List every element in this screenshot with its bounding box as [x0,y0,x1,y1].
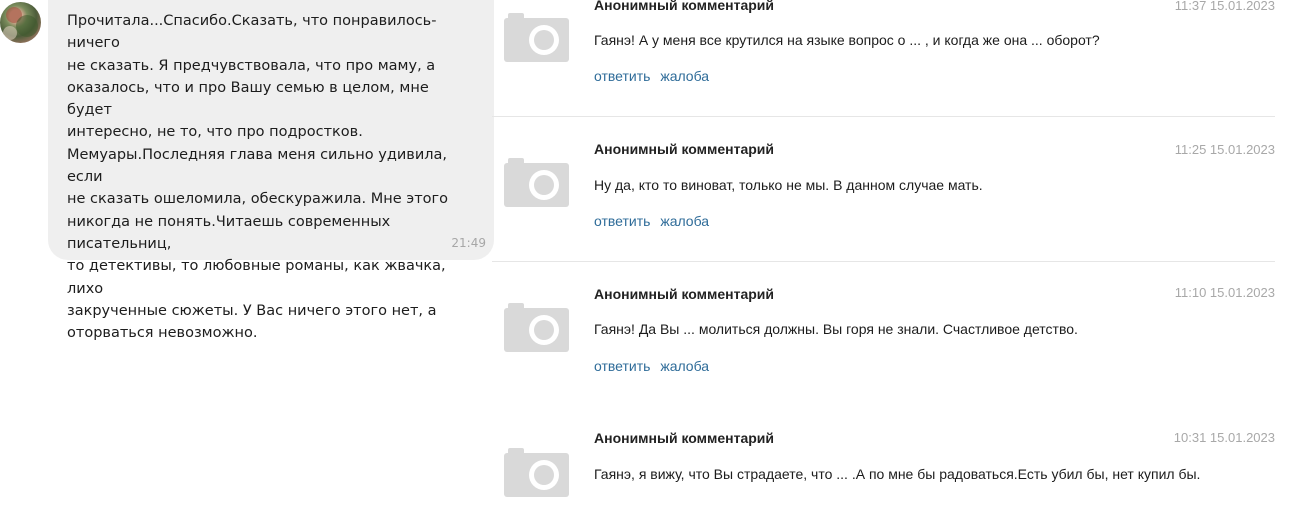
reply-link[interactable]: ответить [594,68,650,84]
comment-text: Гаянэ! А у меня все крутился на языке во… [594,32,1100,48]
camera-placeholder-icon [504,302,569,352]
comment-divider [492,261,1275,262]
comment-author: Анонимный комментарий [594,430,774,446]
reply-link[interactable]: ответить [594,358,650,374]
report-link[interactable]: жалоба [660,68,709,84]
comment-date: 11:10 15.01.2023 [1174,285,1275,300]
comment-date: 11:25 15.01.2023 [1174,142,1275,157]
camera-placeholder-icon [504,447,569,497]
comment-actions: ответить жалоба [594,358,715,374]
comment-item: Анонимный комментарий 11:37 15.01.2023 Г… [492,0,1275,116]
chat-message-bubble: Прочитала...Спасибо.Сказать, что понрави… [48,0,494,341]
comment-date: 11:37 15.01.2023 [1174,0,1275,13]
comment-author: Анонимный комментарий [594,286,774,302]
comment-text: Ну да, кто то виноват, только не мы. В д… [594,177,983,193]
camera-placeholder-icon [504,157,569,207]
comment-item: Анонимный комментарий 11:25 15.01.2023 Н… [492,116,1275,261]
comment-text: Гаянэ! Да Вы ... молиться должны. Вы гор… [594,321,1078,337]
comment-actions: ответить жалоба [594,213,715,229]
comment-item: Анонимный комментарий 11:10 15.01.2023 Г… [492,261,1275,406]
avatar-photo [3,7,38,40]
comment-actions: ответить жалоба [594,68,715,84]
reply-link[interactable]: ответить [594,213,650,229]
chat-message-time: 21:49 [451,236,486,250]
camera-placeholder-icon [504,12,569,62]
page: Прочитала...Спасибо.Сказать, что понрави… [0,0,1316,526]
chat-message-text: Прочитала...Спасибо.Сказать, что понрави… [67,13,449,342]
report-link[interactable]: жалоба [660,213,709,229]
comment-author: Анонимный комментарий [594,0,774,13]
comment-divider [492,116,1275,117]
user-avatar[interactable] [0,2,41,43]
comment-item: Анонимный комментарий 10:31 15.01.2023 Г… [492,406,1275,526]
comment-author: Анонимный комментарий [594,141,774,157]
report-link[interactable]: жалоба [660,358,709,374]
comment-date: 10:31 15.01.2023 [1173,430,1275,445]
comment-text: Гаянэ, я вижу, что Вы страдаете, что ...… [594,466,1201,482]
